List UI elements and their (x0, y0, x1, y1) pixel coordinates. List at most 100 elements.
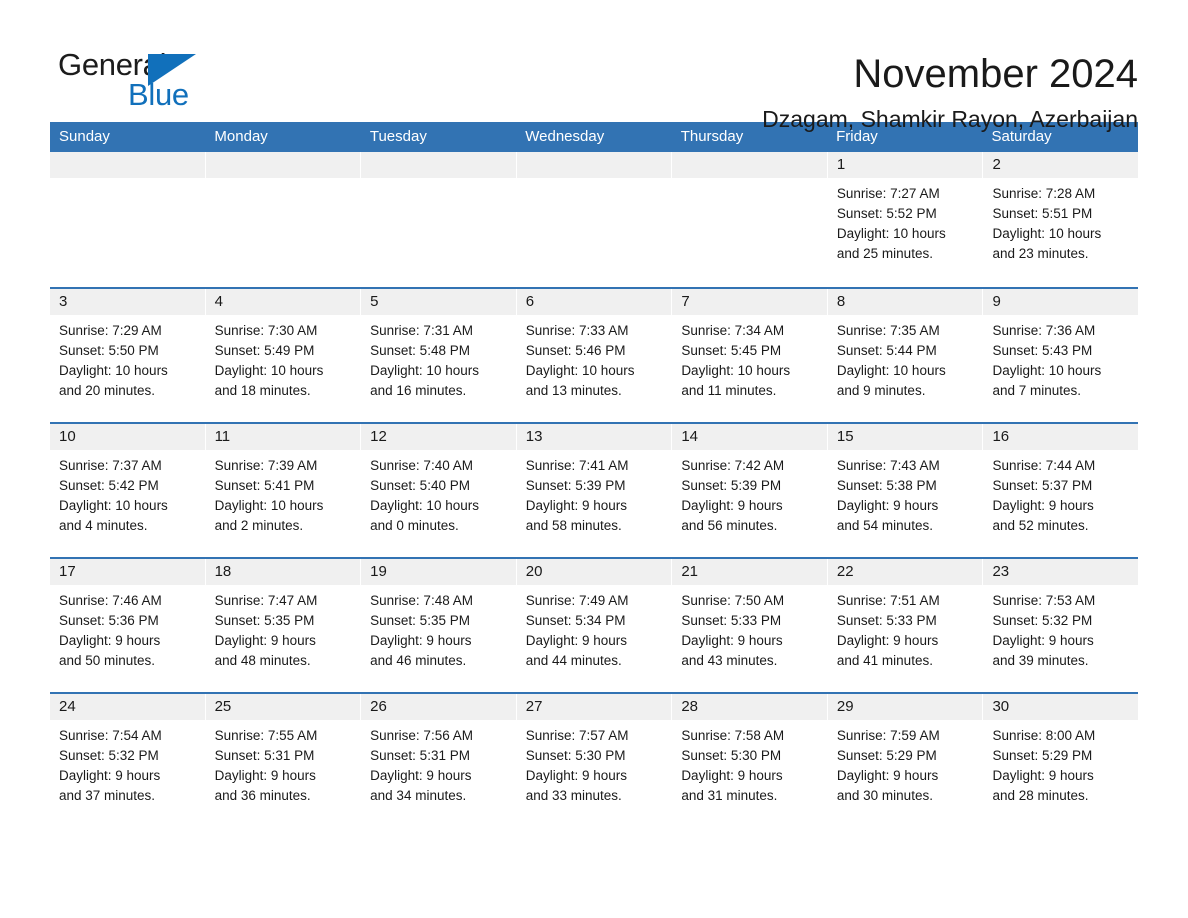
daylight-text-line1: Daylight: 9 hours (992, 498, 1094, 513)
calendar-day-cell[interactable]: 29 Sunrise: 7:59 AM Sunset: 5:29 PM Dayligh… (827, 694, 984, 827)
day-sun-info: Sunrise: 8:00 AM Sunset: 5:29 PM Daylight:… (983, 720, 1138, 806)
calendar-day-cell-empty (516, 152, 673, 287)
sunset-text: Sunset: 5:52 PM (836, 206, 937, 221)
daylight-text-line2: and 2 minutes. (214, 518, 304, 533)
day-sun-info: Sunrise: 7:50 AM Sunset: 5:33 PM Daylight:… (672, 585, 827, 671)
calendar-day-cell[interactable]: 8 Sunrise: 7:35 AM Sunset: 5:44 PM Daylight… (827, 289, 984, 422)
day-sun-info: Sunrise: 7:36 AM Sunset: 5:43 PM Daylight:… (983, 315, 1138, 401)
calendar-day-cell[interactable]: 17 Sunrise: 7:46 AM Sunset: 5:36 PM Dayligh… (50, 559, 206, 692)
sunset-text: Sunset: 5:34 PM (525, 613, 626, 628)
sunset-text: Sunset: 5:30 PM (681, 748, 782, 763)
sunset-text: Sunset: 5:42 PM (59, 478, 159, 493)
daylight-text-line1: Daylight: 9 hours (992, 633, 1094, 648)
calendar-day-cell[interactable]: 7 Sunrise: 7:34 AM Sunset: 5:45 PM Daylight… (672, 289, 828, 422)
day-sun-info: Sunrise: 7:28 AM Sunset: 5:51 PM Daylight:… (983, 178, 1138, 264)
calendar-day-cell[interactable]: 2 Sunrise: 7:28 AM Sunset: 5:51 PM Daylight… (983, 152, 1139, 287)
sunset-text: Sunset: 5:49 PM (214, 343, 315, 358)
daylight-text-line1: Daylight: 9 hours (59, 633, 161, 648)
weekday-header-row: Sunday Monday Tuesday Wednesday Thursday… (50, 122, 1138, 152)
day-number: 18 (205, 559, 361, 585)
sunrise-text: Sunrise: 7:30 AM (214, 323, 318, 338)
calendar-day-cell[interactable]: 14 Sunrise: 7:42 AM Sunset: 5:39 PM Dayligh… (672, 424, 828, 557)
calendar-day-cell[interactable]: 12 Sunrise: 7:40 AM Sunset: 5:40 PM Dayligh… (361, 424, 517, 557)
day-number: 7 (672, 289, 827, 315)
calendar-day-cell[interactable]: 28 Sunrise: 7:58 AM Sunset: 5:30 PM Dayligh… (672, 694, 828, 827)
day-number: 27 (516, 694, 672, 720)
daylight-text-line1: Daylight: 9 hours (681, 768, 783, 783)
calendar-day-cell[interactable]: 5 Sunrise: 7:31 AM Sunset: 5:48 PM Daylight… (361, 289, 517, 422)
sunrise-text: Sunrise: 7:42 AM (681, 458, 785, 473)
daylight-text-line1: Daylight: 10 hours (525, 363, 635, 378)
daylight-text-line2: and 28 minutes. (992, 788, 1089, 803)
day-number: 22 (827, 559, 983, 585)
day-number: 5 (361, 289, 516, 315)
day-sun-info: Sunrise: 7:56 AM Sunset: 5:31 PM Daylight:… (361, 720, 516, 806)
sunset-text: Sunset: 5:29 PM (836, 748, 937, 763)
calendar-day-cell[interactable]: 10 Sunrise: 7:37 AM Sunset: 5:42 PM Dayligh… (50, 424, 206, 557)
daylight-text-line1: Daylight: 10 hours (836, 226, 946, 241)
daylight-text-line2: and 36 minutes. (214, 788, 311, 803)
day-sun-info: Sunrise: 7:40 AM Sunset: 5:40 PM Daylight:… (361, 450, 516, 536)
day-number (50, 152, 205, 178)
day-number: 21 (672, 559, 827, 585)
daylight-text-line1: Daylight: 9 hours (370, 768, 472, 783)
sunset-text: Sunset: 5:45 PM (681, 343, 782, 358)
calendar-day-cell[interactable]: 18 Sunrise: 7:47 AM Sunset: 5:35 PM Dayligh… (205, 559, 362, 692)
daylight-text-line1: Daylight: 9 hours (214, 633, 316, 648)
sunrise-text: Sunrise: 7:53 AM (992, 593, 1096, 608)
sunrise-text: Sunrise: 7:47 AM (214, 593, 318, 608)
calendar-day-cell[interactable]: 20 Sunrise: 7:49 AM Sunset: 5:34 PM Dayligh… (516, 559, 673, 692)
calendar-day-cell[interactable]: 13 Sunrise: 7:41 AM Sunset: 5:39 PM Dayligh… (516, 424, 673, 557)
weekday-header-friday: Friday (836, 128, 878, 145)
calendar-day-cell[interactable]: 24 Sunrise: 7:54 AM Sunset: 5:32 PM Dayligh… (50, 694, 206, 827)
calendar-day-cell[interactable]: 25 Sunrise: 7:55 AM Sunset: 5:31 PM Dayligh… (205, 694, 362, 827)
daylight-text-line2: and 50 minutes. (59, 653, 156, 668)
sunrise-text: Sunrise: 7:49 AM (525, 593, 629, 608)
sunrise-text: Sunrise: 7:48 AM (370, 593, 473, 608)
day-sun-info: Sunrise: 7:43 AM Sunset: 5:38 PM Daylight:… (828, 450, 983, 536)
day-sun-info: Sunrise: 7:34 AM Sunset: 5:45 PM Daylight:… (672, 315, 827, 401)
sunrise-text: Sunrise: 7:46 AM (59, 593, 162, 608)
day-number: 28 (672, 694, 827, 720)
daylight-text-line1: Daylight: 10 hours (59, 498, 168, 513)
calendar-day-cell[interactable]: 16 Sunrise: 7:44 AM Sunset: 5:37 PM Dayligh… (983, 424, 1139, 557)
calendar-day-cell[interactable]: 30 Sunrise: 8:00 AM Sunset: 5:29 PM Dayligh… (983, 694, 1139, 827)
day-number (361, 152, 516, 178)
day-sun-info: Sunrise: 7:41 AM Sunset: 5:39 PM Daylight:… (517, 450, 672, 536)
calendar-day-cell[interactable]: 3 Sunrise: 7:29 AM Sunset: 5:50 PM Daylight… (50, 289, 206, 422)
page-header: General Blue November 2024 Dzagam, Shamk… (50, 0, 1138, 133)
sunrise-text: Sunrise: 7:34 AM (681, 323, 785, 338)
calendar-week-row: 1 Sunrise: 7:27 AM Sunset: 5:52 PM Daylight… (50, 152, 1139, 287)
day-sun-info: Sunrise: 7:46 AM Sunset: 5:36 PM Daylight:… (50, 585, 205, 671)
day-number: 13 (516, 424, 672, 450)
calendar-day-cell-empty (205, 152, 362, 287)
calendar-day-cell[interactable]: 22 Sunrise: 7:51 AM Sunset: 5:33 PM Dayligh… (827, 559, 984, 692)
sunset-text: Sunset: 5:36 PM (59, 613, 159, 628)
calendar-day-cell[interactable]: 19 Sunrise: 7:48 AM Sunset: 5:35 PM Dayligh… (361, 559, 517, 692)
calendar-day-cell[interactable]: 1 Sunrise: 7:27 AM Sunset: 5:52 PM Daylight… (827, 152, 984, 287)
calendar-day-cell[interactable]: 6 Sunrise: 7:33 AM Sunset: 5:46 PM Daylight… (516, 289, 673, 422)
day-sun-info: Sunrise: 7:54 AM Sunset: 5:32 PM Daylight:… (50, 720, 205, 806)
day-number: 8 (827, 289, 983, 315)
day-sun-info: Sunrise: 7:58 AM Sunset: 5:30 PM Daylight:… (672, 720, 827, 806)
day-number: 17 (50, 559, 205, 585)
sunset-text: Sunset: 5:46 PM (525, 343, 626, 358)
day-sun-info: Sunrise: 7:27 AM Sunset: 5:52 PM Daylight:… (828, 178, 983, 264)
calendar-day-cell[interactable]: 21 Sunrise: 7:50 AM Sunset: 5:33 PM Dayligh… (672, 559, 828, 692)
sunrise-text: Sunrise: 7:35 AM (836, 323, 940, 338)
calendar-day-cell[interactable]: 23 Sunrise: 7:53 AM Sunset: 5:32 PM Dayligh… (983, 559, 1139, 692)
day-sun-info: Sunrise: 7:29 AM Sunset: 5:50 PM Daylight:… (50, 315, 205, 401)
calendar-day-cell[interactable]: 15 Sunrise: 7:43 AM Sunset: 5:38 PM Dayligh… (827, 424, 984, 557)
calendar-day-cell[interactable]: 11 Sunrise: 7:39 AM Sunset: 5:41 PM Dayligh… (205, 424, 362, 557)
daylight-text-line2: and 31 minutes. (681, 788, 778, 803)
daylight-text-line1: Daylight: 10 hours (992, 363, 1102, 378)
daylight-text-line1: Daylight: 9 hours (370, 633, 472, 648)
calendar-day-cell[interactable]: 4 Sunrise: 7:30 AM Sunset: 5:49 PM Daylight… (205, 289, 362, 422)
daylight-text-line1: Daylight: 10 hours (992, 226, 1102, 241)
calendar-day-cell[interactable]: 26 Sunrise: 7:56 AM Sunset: 5:31 PM Dayligh… (361, 694, 517, 827)
sunset-text: Sunset: 5:43 PM (992, 343, 1093, 358)
daylight-text-line1: Daylight: 9 hours (681, 633, 783, 648)
weekday-header-sunday: Sunday (59, 128, 110, 145)
calendar-day-cell[interactable]: 9 Sunrise: 7:36 AM Sunset: 5:43 PM Daylight… (983, 289, 1139, 422)
calendar-day-cell[interactable]: 27 Sunrise: 7:57 AM Sunset: 5:30 PM Dayligh… (516, 694, 673, 827)
